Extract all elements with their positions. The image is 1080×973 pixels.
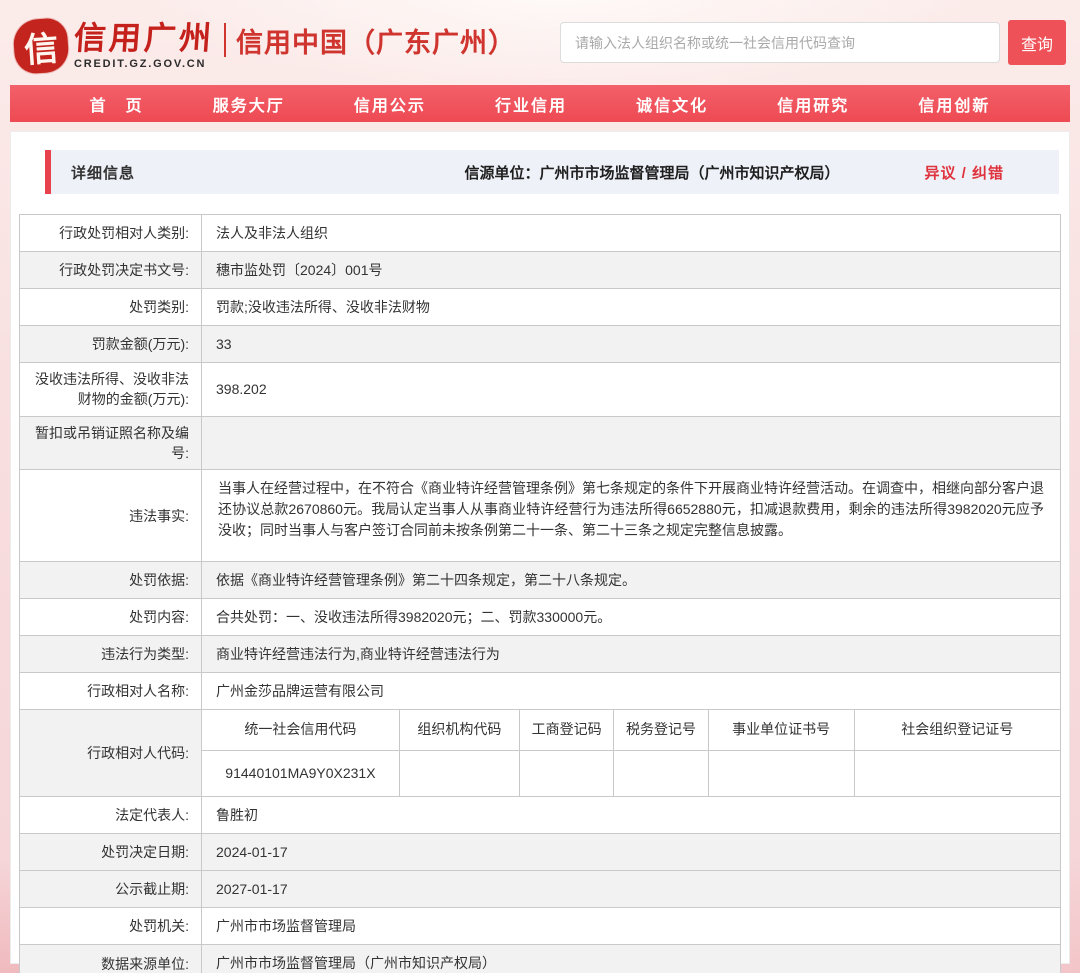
site-header: 信 信用广州 CREDIT.GZ.GOV.CN 信用中国（广东广州） 查询 xyxy=(0,0,1080,85)
logo-domain-text: CREDIT.GZ.GOV.CN xyxy=(74,58,214,70)
nav-item-integrity-culture[interactable]: 诚信文化 xyxy=(636,92,708,116)
codes-col-org-code: 组织机构代码 xyxy=(399,710,519,750)
codes-col-institution-cert: 事业单位证书号 xyxy=(708,710,854,750)
row-party-category: 行政处罚相对人类别: 法人及非法人组织 xyxy=(20,215,1060,252)
row-label: 数据来源单位: xyxy=(20,945,202,973)
row-label: 行政处罚决定书文号: xyxy=(20,252,202,288)
detail-card: 详细信息 信源单位：广州市市场监督管理局（广州市知识产权局） 异议 / 纠错 行… xyxy=(10,131,1070,964)
nav-item-credit-publicity[interactable]: 信用公示 xyxy=(354,92,426,116)
row-party-codes: 行政相对人代码: 统一社会信用代码 组织机构代码 工商登记码 税务登记号 事业单… xyxy=(20,710,1060,797)
row-label: 处罚内容: xyxy=(20,599,202,635)
logo-text-block: 信用广州 CREDIT.GZ.GOV.CN xyxy=(74,13,214,70)
row-value: 广州市市场监督管理局（广州市知识产权局） xyxy=(202,945,1060,973)
row-label: 公示截止期: xyxy=(20,871,202,907)
codes-val-institution-cert xyxy=(708,750,854,796)
row-label: 行政相对人名称: xyxy=(20,673,202,709)
row-fine-amount: 罚款金额(万元): 33 xyxy=(20,326,1060,363)
row-value: 商业特许经营违法行为,商业特许经营违法行为 xyxy=(202,636,1060,672)
source-unit-label: 信源单位：广州市市场监督管理局（广州市知识产权局） xyxy=(464,162,839,183)
codes-col-tax-reg: 税务登记号 xyxy=(614,710,708,750)
row-label: 违法事实: xyxy=(20,470,202,561)
row-label: 法定代表人: xyxy=(20,797,202,833)
row-decision-date: 处罚决定日期: 2024-01-17 xyxy=(20,834,1060,871)
codes-val-social-org-cert xyxy=(854,750,1060,796)
row-label: 罚款金额(万元): xyxy=(20,326,202,362)
codes-col-uscc: 统一社会信用代码 xyxy=(202,710,399,750)
codes-header-row: 统一社会信用代码 组织机构代码 工商登记码 税务登记号 事业单位证书号 社会组织… xyxy=(202,710,1060,750)
search-bar: 查询 xyxy=(560,20,1066,65)
row-data-source-unit: 数据来源单位: 广州市市场监督管理局（广州市知识产权局） xyxy=(20,945,1060,973)
codes-table: 统一社会信用代码 组织机构代码 工商登记码 税务登记号 事业单位证书号 社会组织… xyxy=(202,710,1060,796)
row-penalty-basis: 处罚依据: 依据《商业特许经营管理条例》第二十四条规定，第二十八条规定。 xyxy=(20,562,1060,599)
search-button[interactable]: 查询 xyxy=(1008,20,1066,65)
row-value: 当事人在经营过程中，在不符合《商业特许经营管理条例》第七条规定的条件下开展商业特… xyxy=(202,470,1060,561)
row-value: 罚款;没收违法所得、没收非法财物 xyxy=(202,289,1060,325)
row-confiscated-amount: 没收违法所得、没收非法财物的金额(万元): 398.202 xyxy=(20,363,1060,417)
logo-seal-icon: 信 xyxy=(12,17,70,75)
dispute-correction-link[interactable]: 异议 / 纠错 xyxy=(924,162,1004,183)
red-accent-bar xyxy=(45,150,51,194)
nav-item-home[interactable]: 首 页 xyxy=(90,92,144,116)
row-value xyxy=(202,417,1060,470)
row-label: 行政相对人代码: xyxy=(20,710,202,796)
row-label: 处罚决定日期: xyxy=(20,834,202,870)
row-penalty-category: 处罚类别: 罚款;没收违法所得、没收非法财物 xyxy=(20,289,1060,326)
codes-table-wrap: 统一社会信用代码 组织机构代码 工商登记码 税务登记号 事业单位证书号 社会组织… xyxy=(202,710,1060,796)
row-value: 398.202 xyxy=(202,363,1060,416)
row-label: 处罚机关: xyxy=(20,908,202,944)
codes-col-business-reg: 工商登记码 xyxy=(519,710,613,750)
row-label: 处罚类别: xyxy=(20,289,202,325)
row-suspended-license: 暂扣或吊销证照名称及编号: xyxy=(20,417,1060,471)
nav-item-service-hall[interactable]: 服务大厅 xyxy=(213,92,285,116)
nav-item-credit-innovation[interactable]: 信用创新 xyxy=(918,92,990,116)
nav-item-credit-research[interactable]: 信用研究 xyxy=(777,92,849,116)
row-label: 暂扣或吊销证照名称及编号: xyxy=(20,417,202,470)
row-value: 广州市市场监督管理局 xyxy=(202,908,1060,944)
penalty-detail-table: 行政处罚相对人类别: 法人及非法人组织 行政处罚决定书文号: 穗市监处罚〔202… xyxy=(19,214,1061,973)
row-label: 没收违法所得、没收非法财物的金额(万元): xyxy=(20,363,202,416)
codes-col-social-org-cert: 社会组织登记证号 xyxy=(854,710,1060,750)
row-value: 法人及非法人组织 xyxy=(202,215,1060,251)
row-value: 合共处罚：一、没收违法所得3982020元；二、罚款330000元。 xyxy=(202,599,1060,635)
logo-brand-text: 信用广州 xyxy=(73,21,215,55)
page-title: 详细信息 xyxy=(71,162,135,183)
row-violation-type: 违法行为类型: 商业特许经营违法行为,商业特许经营违法行为 xyxy=(20,636,1060,673)
codes-val-tax-reg xyxy=(614,750,708,796)
row-label: 违法行为类型: xyxy=(20,636,202,672)
nav-item-industry-credit[interactable]: 行业信用 xyxy=(495,92,567,116)
codes-value-row: 91440101MA9Y0X231X xyxy=(202,750,1060,796)
row-publicity-deadline: 公示截止期: 2027-01-17 xyxy=(20,871,1060,908)
logo-divider xyxy=(224,23,226,57)
row-value: 2024-01-17 xyxy=(202,834,1060,870)
row-party-name: 行政相对人名称: 广州金莎品牌运营有限公司 xyxy=(20,673,1060,710)
row-legal-representative: 法定代表人: 鲁胜初 xyxy=(20,797,1060,834)
codes-val-business-reg xyxy=(519,750,613,796)
search-input[interactable] xyxy=(560,22,1000,63)
detail-header-bar: 详细信息 信源单位：广州市市场监督管理局（广州市知识产权局） 异议 / 纠错 xyxy=(45,150,1059,194)
row-value: 鲁胜初 xyxy=(202,797,1060,833)
row-penalty-content: 处罚内容: 合共处罚：一、没收违法所得3982020元；二、罚款330000元。 xyxy=(20,599,1060,636)
site-title: 信用中国（广东广州） xyxy=(236,21,516,60)
row-value: 33 xyxy=(202,326,1060,362)
row-value: 穗市监处罚〔2024〕001号 xyxy=(202,252,1060,288)
row-value: 依据《商业特许经营管理条例》第二十四条规定，第二十八条规定。 xyxy=(202,562,1060,598)
row-illegal-facts: 违法事实: 当事人在经营过程中，在不符合《商业特许经营管理条例》第七条规定的条件… xyxy=(20,470,1060,562)
row-penalty-authority: 处罚机关: 广州市市场监督管理局 xyxy=(20,908,1060,945)
row-label: 处罚依据: xyxy=(20,562,202,598)
site-logo[interactable]: 信 信用广州 CREDIT.GZ.GOV.CN 信用中国（广东广州） xyxy=(14,13,516,73)
row-value: 广州金莎品牌运营有限公司 xyxy=(202,673,1060,709)
codes-val-org-code xyxy=(399,750,519,796)
row-decision-doc-number: 行政处罚决定书文号: 穗市监处罚〔2024〕001号 xyxy=(20,252,1060,289)
row-value: 2027-01-17 xyxy=(202,871,1060,907)
codes-val-uscc: 91440101MA9Y0X231X xyxy=(202,750,399,796)
main-nav: 首 页 服务大厅 信用公示 行业信用 诚信文化 信用研究 信用创新 xyxy=(10,85,1070,122)
row-label: 行政处罚相对人类别: xyxy=(20,215,202,251)
